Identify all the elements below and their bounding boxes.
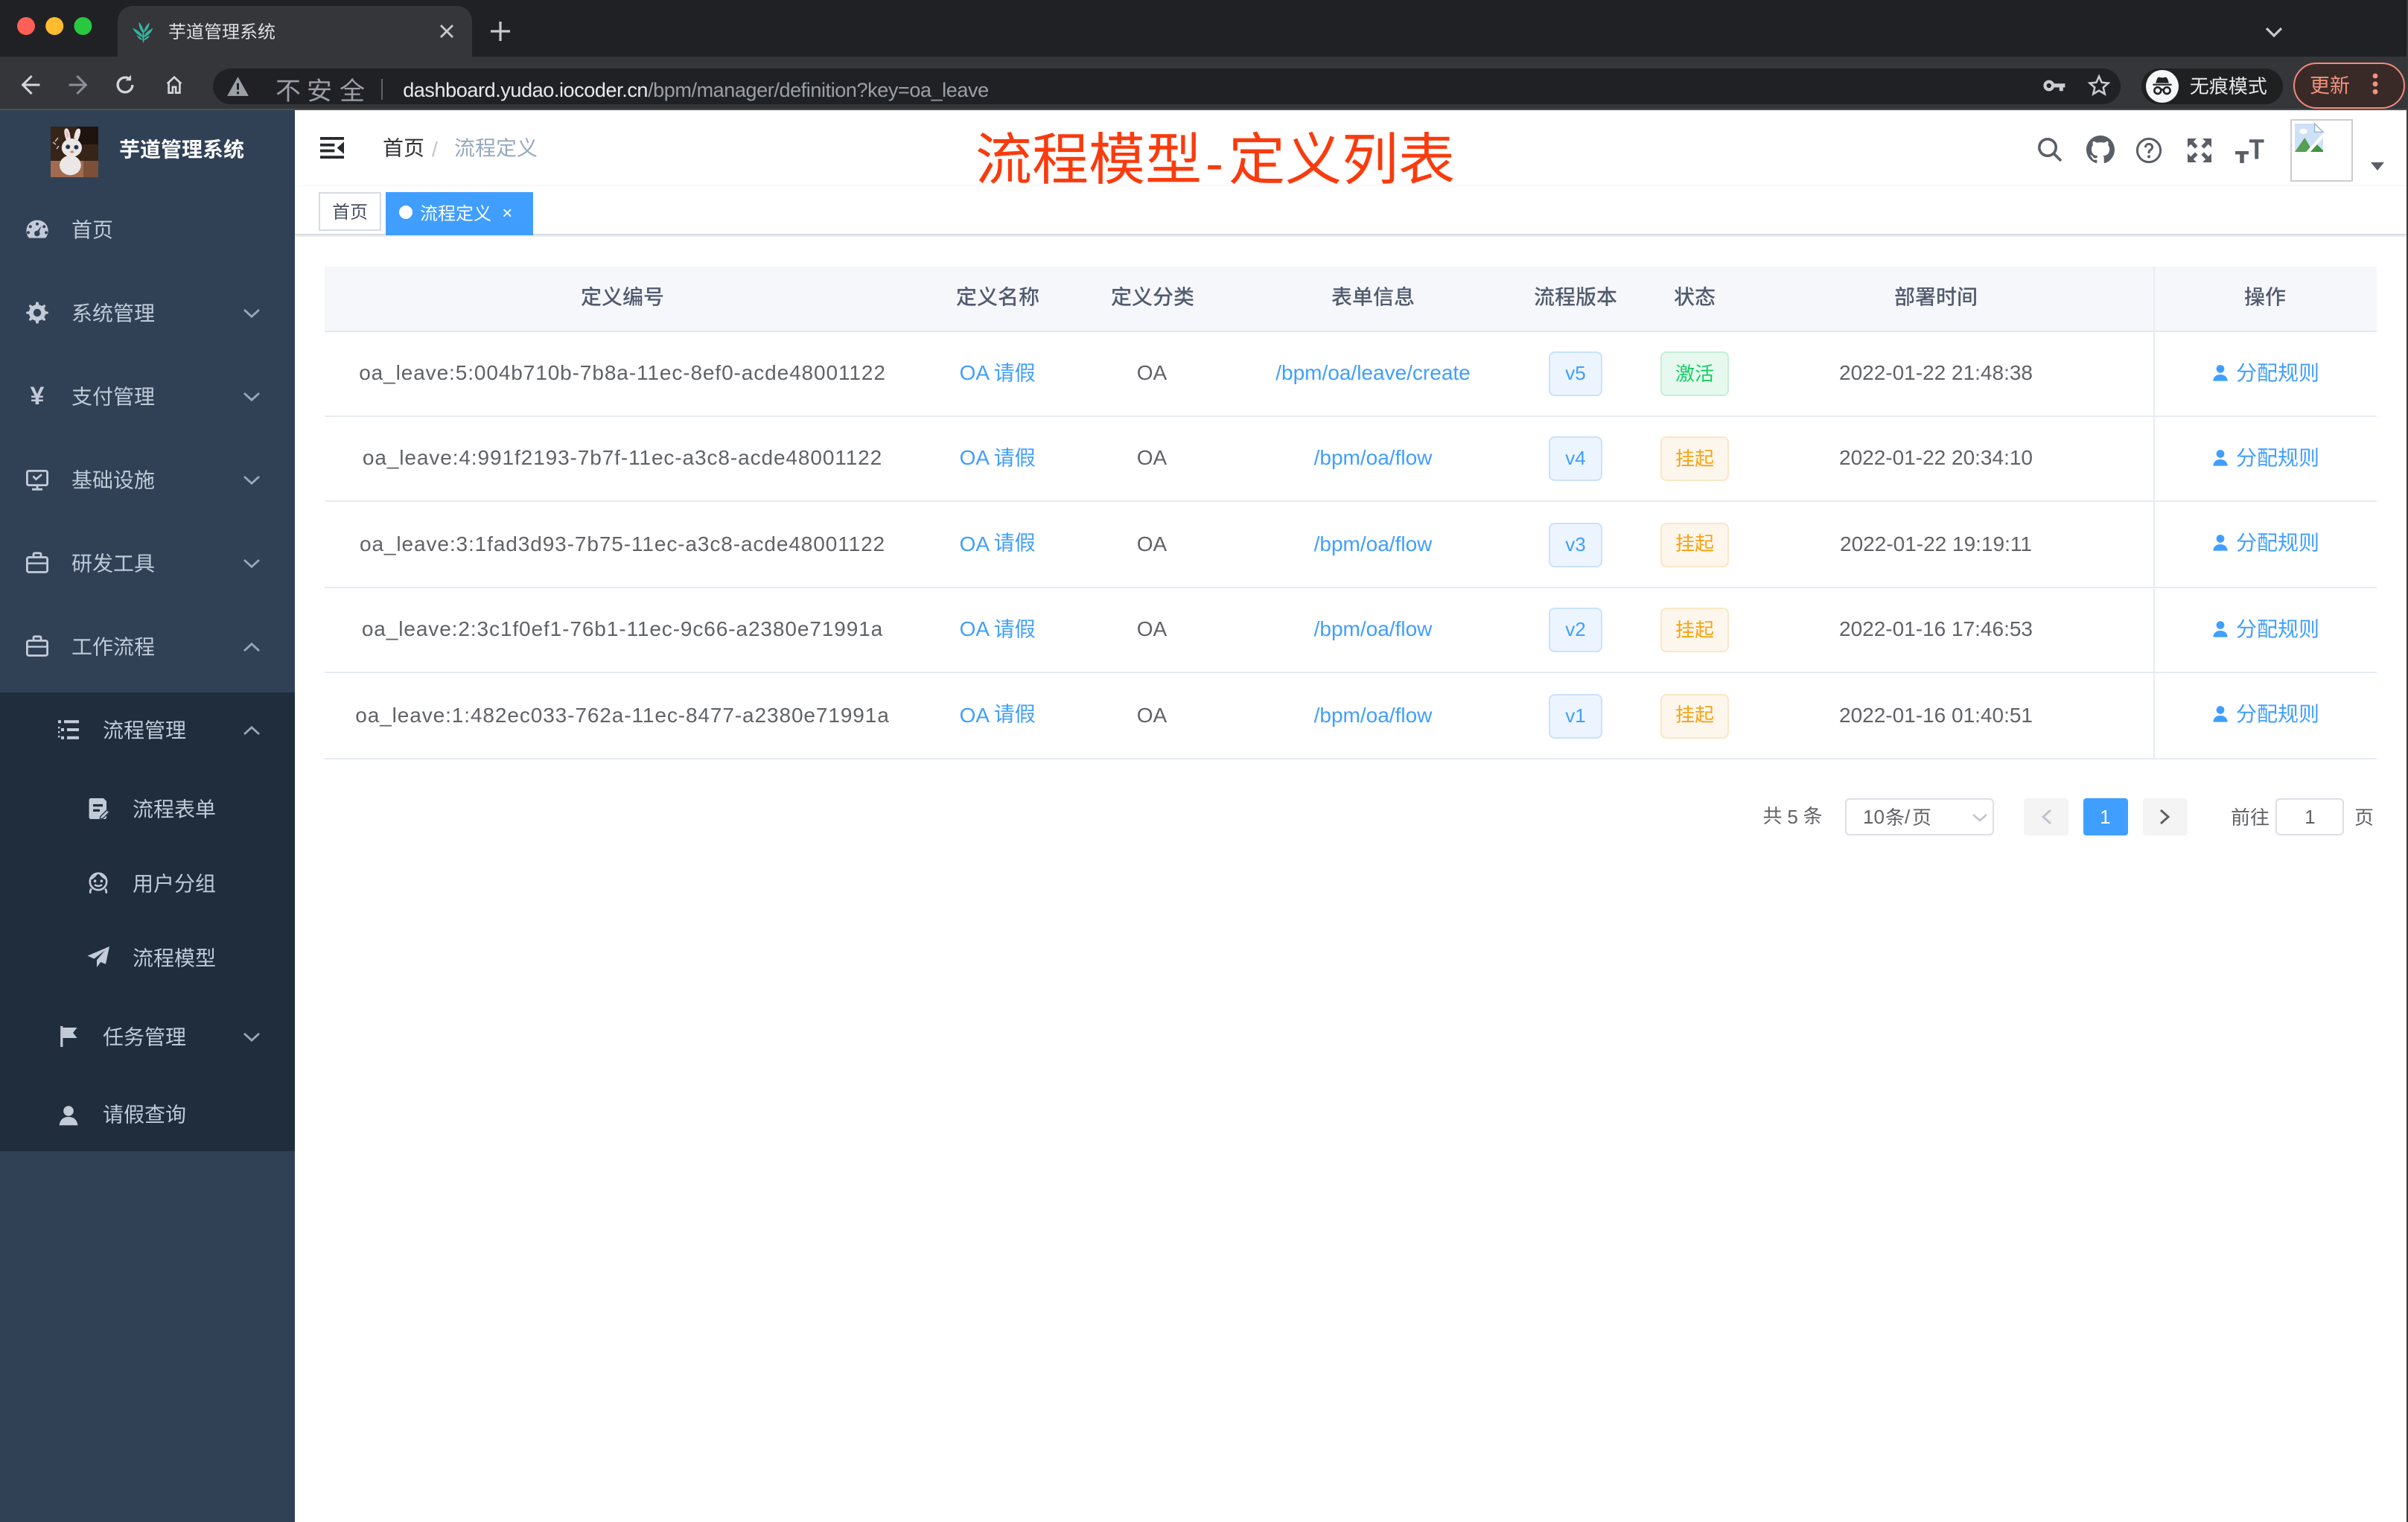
svg-text:¥: ¥	[31, 382, 45, 410]
